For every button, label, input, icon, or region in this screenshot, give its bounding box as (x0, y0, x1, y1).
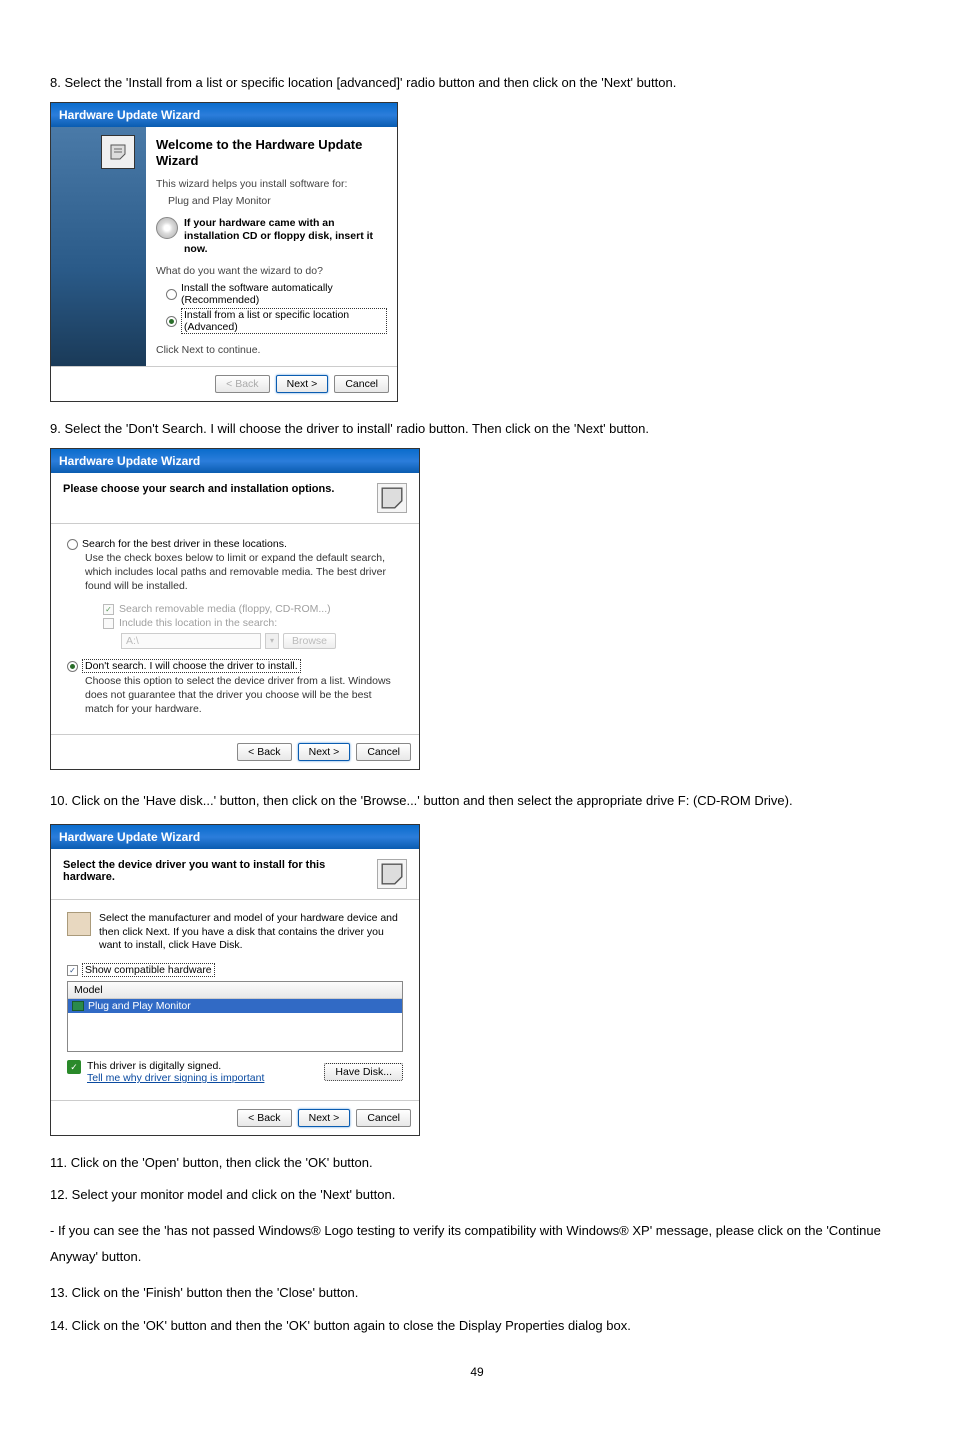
list-item[interactable]: Plug and Play Monitor (68, 999, 402, 1013)
radio-search-best[interactable]: Search for the best driver in these loca… (67, 538, 403, 550)
cancel-button[interactable]: Cancel (356, 1109, 411, 1127)
dialog-header: Select the device driver you want to ins… (63, 859, 377, 883)
next-button[interactable]: Next > (298, 1109, 351, 1127)
radio-auto-install[interactable]: Install the software automatically (Reco… (166, 282, 387, 306)
step-8-text: 8. Select the 'Install from a list or sp… (50, 74, 904, 92)
hardware-icon (377, 859, 407, 889)
have-disk-button[interactable]: Have Disk... (324, 1063, 403, 1081)
checkbox-removable-media: ✓Search removable media (floppy, CD-ROM.… (103, 603, 403, 615)
radio-dont-search-label: Don't search. I will choose the driver t… (82, 659, 301, 673)
radio-specific-label: Install from a list or specific location… (181, 308, 387, 334)
device-icon (67, 912, 91, 936)
back-button[interactable]: < Back (237, 1109, 291, 1127)
signed-text: This driver is digitally signed. (87, 1060, 264, 1072)
hardware-icon (377, 483, 407, 513)
model-column-header: Model (68, 982, 402, 999)
titlebar: Hardware Update Wizard (51, 103, 397, 127)
titlebar: Hardware Update Wizard (51, 449, 419, 473)
path-dropdown: ▾ (265, 633, 279, 649)
checkbox-include-location: Include this location in the search: (103, 617, 403, 629)
cancel-button[interactable]: Cancel (334, 375, 389, 393)
model-listbox[interactable]: Model Plug and Play Monitor (67, 981, 403, 1052)
step-12b-text: - If you can see the 'has not passed Win… (50, 1218, 904, 1270)
signed-icon: ✓ (67, 1060, 81, 1074)
device-name: Plug and Play Monitor (168, 195, 387, 207)
dont-search-desc: Choose this option to select the device … (85, 675, 403, 716)
back-button: < Back (215, 375, 269, 393)
next-button[interactable]: Next > (298, 743, 351, 761)
step-10-text: 10. Click on the 'Have disk...' button, … (50, 788, 904, 814)
wizard-side-image (51, 127, 146, 366)
step-9-text: 9. Select the 'Don't Search. I will choo… (50, 420, 904, 438)
dialog-header: Please choose your search and installati… (63, 483, 334, 495)
back-button[interactable]: < Back (237, 743, 291, 761)
monitor-icon (72, 1001, 84, 1011)
step-12-text: 12. Select your monitor model and click … (50, 1186, 904, 1204)
titlebar: Hardware Update Wizard (51, 825, 419, 849)
signing-link[interactable]: Tell me why driver signing is important (87, 1072, 264, 1084)
wizard-dialog-search-options: Hardware Update Wizard Please choose you… (50, 448, 420, 770)
browse-button: Browse (283, 633, 336, 649)
radio-specific-location[interactable]: Install from a list or specific location… (166, 308, 387, 334)
cancel-button[interactable]: Cancel (356, 743, 411, 761)
search-desc: Use the check boxes below to limit or ex… (85, 552, 403, 593)
helps-text: This wizard helps you install software f… (156, 178, 387, 190)
next-button[interactable]: Next > (276, 375, 329, 393)
page-number: 49 (50, 1365, 904, 1379)
radio-search-label: Search for the best driver in these loca… (82, 538, 287, 550)
wizard-dialog-welcome: Hardware Update Wizard Welcome to the Ha… (50, 102, 398, 402)
hardware-icon (101, 135, 135, 169)
checkbox-compatible[interactable]: ✓ (67, 965, 78, 976)
welcome-heading: Welcome to the Hardware Update Wizard (156, 137, 387, 168)
what-do-text: What do you want the wizard to do? (156, 265, 387, 277)
continue-text: Click Next to continue. (156, 344, 387, 356)
wizard-dialog-select-driver: Hardware Update Wizard Select the device… (50, 824, 420, 1136)
radio-dont-search[interactable]: Don't search. I will choose the driver t… (67, 659, 403, 673)
step-13-text: 13. Click on the 'Finish' button then th… (50, 1284, 904, 1302)
radio-auto-label: Install the software automatically (Reco… (181, 282, 387, 306)
step-11-text: 11. Click on the 'Open' button, then cli… (50, 1154, 904, 1172)
path-input: A:\ (121, 633, 261, 649)
step-14-text: 14. Click on the 'OK' button and then th… (50, 1317, 904, 1335)
cd-message: If your hardware came with an installati… (184, 217, 387, 255)
select-desc: Select the manufacturer and model of you… (99, 912, 403, 953)
cd-icon (156, 217, 178, 239)
compatible-label: Show compatible hardware (82, 963, 215, 977)
